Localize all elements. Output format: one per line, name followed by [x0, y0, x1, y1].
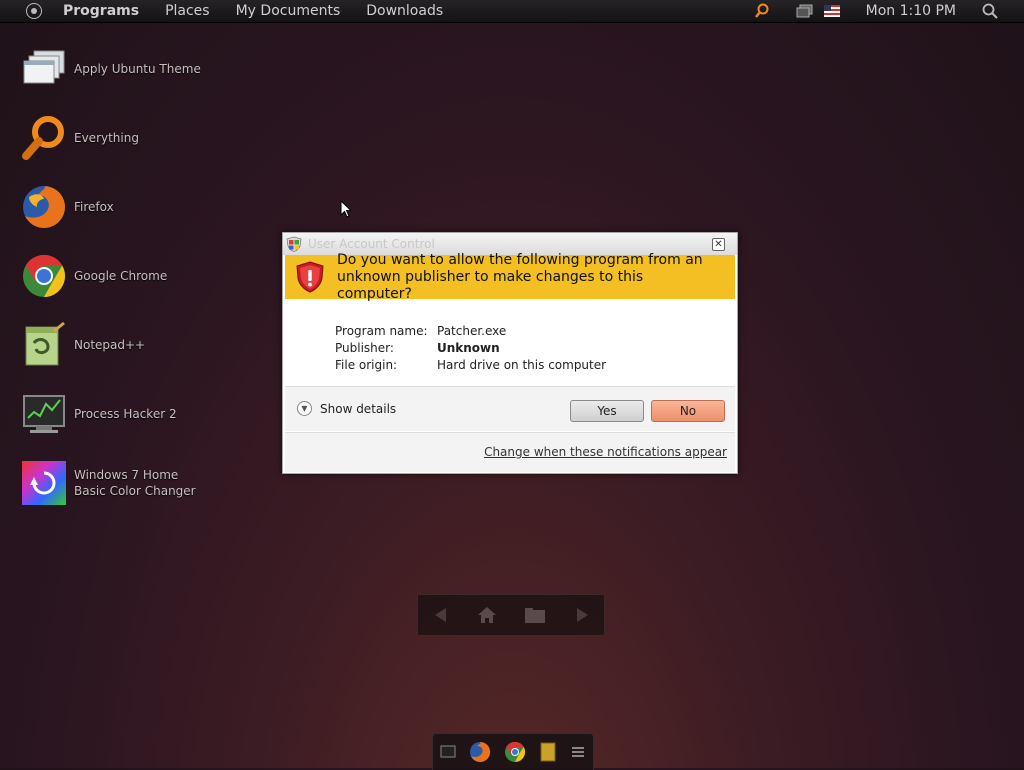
desktop-icon-label: Apply Ubuntu Theme [74, 62, 201, 76]
menu-downloads[interactable]: Downloads [353, 0, 456, 22]
language-flag-icon[interactable] [823, 0, 840, 22]
close-icon[interactable]: ✕ [712, 238, 725, 251]
folder-icon[interactable] [524, 606, 546, 624]
menu-dock-icon[interactable] [570, 744, 586, 760]
windows-shield-icon [286, 236, 302, 252]
desktop-icon-apply-ubuntu-theme[interactable]: Apply Ubuntu Theme [20, 41, 220, 97]
home-icon[interactable] [477, 606, 497, 624]
clock[interactable]: Mon 1:10 PM [866, 3, 956, 19]
back-icon[interactable] [432, 606, 450, 624]
desktop-icon-label: Process Hacker 2 [74, 407, 177, 421]
publisher-value: Unknown [437, 340, 500, 355]
no-button[interactable]: No [651, 400, 725, 422]
notepad-plus-plus-icon [20, 321, 68, 369]
search-tray-icon[interactable] [754, 0, 770, 22]
program-name-value: Patcher.exe [437, 323, 507, 338]
show-details-label: Show details [320, 401, 397, 416]
forward-icon[interactable] [573, 606, 591, 624]
color-changer-icon [20, 459, 68, 507]
files-dock-icon[interactable] [539, 741, 557, 763]
chevron-down-icon: ▼ [297, 401, 312, 416]
firefox-icon [20, 183, 68, 231]
desktop-icon-notepad-plus-plus[interactable]: Notepad++ [20, 317, 220, 373]
desktop-icon-label: Google Chrome [74, 269, 168, 283]
network-icon[interactable] [796, 0, 814, 22]
menu-places[interactable]: Places [152, 0, 223, 22]
uac-dialog: User Account Control ✕ Do you want to al… [282, 232, 738, 474]
program-name-label: Program name: [335, 323, 428, 338]
warning-shield-icon [295, 261, 325, 293]
desktop-icon-label: Windows 7 Home Basic Color Changer [74, 468, 196, 498]
top-panel: Programs Places My Documents Downloads M… [0, 0, 1024, 23]
navigation-bar [417, 594, 605, 636]
menu-programs[interactable]: Programs [50, 0, 152, 22]
show-desktop-icon[interactable] [440, 744, 456, 760]
process-hacker-icon [20, 390, 68, 438]
chrome-icon [20, 252, 68, 300]
menu-my-documents[interactable]: My Documents [223, 0, 354, 22]
change-notifications-link[interactable]: Change when these notifications appear [484, 445, 727, 459]
file-origin-value: Hard drive on this computer [437, 357, 607, 372]
desktop-icon-label: Everything [74, 131, 139, 145]
yes-button[interactable]: Yes [570, 400, 644, 422]
dock [432, 733, 594, 770]
desktop-icon-firefox[interactable]: Firefox [20, 179, 220, 235]
desktop-icon-google-chrome[interactable]: Google Chrome [20, 248, 220, 304]
chrome-dock-icon[interactable] [504, 741, 526, 763]
uac-warning-banner: Do you want to allow the following progr… [285, 252, 735, 302]
desktop-icon-process-hacker-2[interactable]: Process Hacker 2 [20, 386, 220, 442]
system-tray: Mon 1:10 PM [754, 0, 1024, 22]
uac-title: User Account Control [308, 237, 435, 251]
power-icon[interactable] [26, 3, 42, 19]
desktop-icon-label: Firefox [74, 200, 114, 214]
panel-menu: Programs Places My Documents Downloads [50, 0, 456, 22]
search-icon[interactable] [982, 0, 998, 22]
stacked-windows-icon [20, 45, 68, 93]
desktop-icon-everything[interactable]: Everything [20, 110, 220, 166]
firefox-dock-icon[interactable] [469, 741, 491, 763]
program-info: Program name: Patcher.exe Publisher: Unk… [335, 322, 606, 373]
magnifier-icon [20, 114, 68, 162]
publisher-label: Publisher: [335, 340, 394, 355]
publisher-row: Publisher: Unknown [335, 339, 606, 356]
show-details-toggle[interactable]: ▼ Show details [297, 401, 396, 416]
file-origin-row: File origin: Hard drive on this computer [335, 356, 606, 373]
mouse-cursor [340, 200, 352, 218]
desktop-icon-color-changer[interactable]: Windows 7 Home Basic Color Changer [20, 455, 220, 511]
file-origin-label: File origin: [335, 357, 398, 372]
desktop-icon-label: Notepad++ [74, 338, 146, 352]
uac-question: Do you want to allow the following progr… [337, 251, 703, 302]
uac-footer: Change when these notifications appear [285, 432, 735, 472]
uac-actions: ▼ Show details Yes No [285, 387, 735, 431]
program-name-row: Program name: Patcher.exe [335, 322, 606, 339]
